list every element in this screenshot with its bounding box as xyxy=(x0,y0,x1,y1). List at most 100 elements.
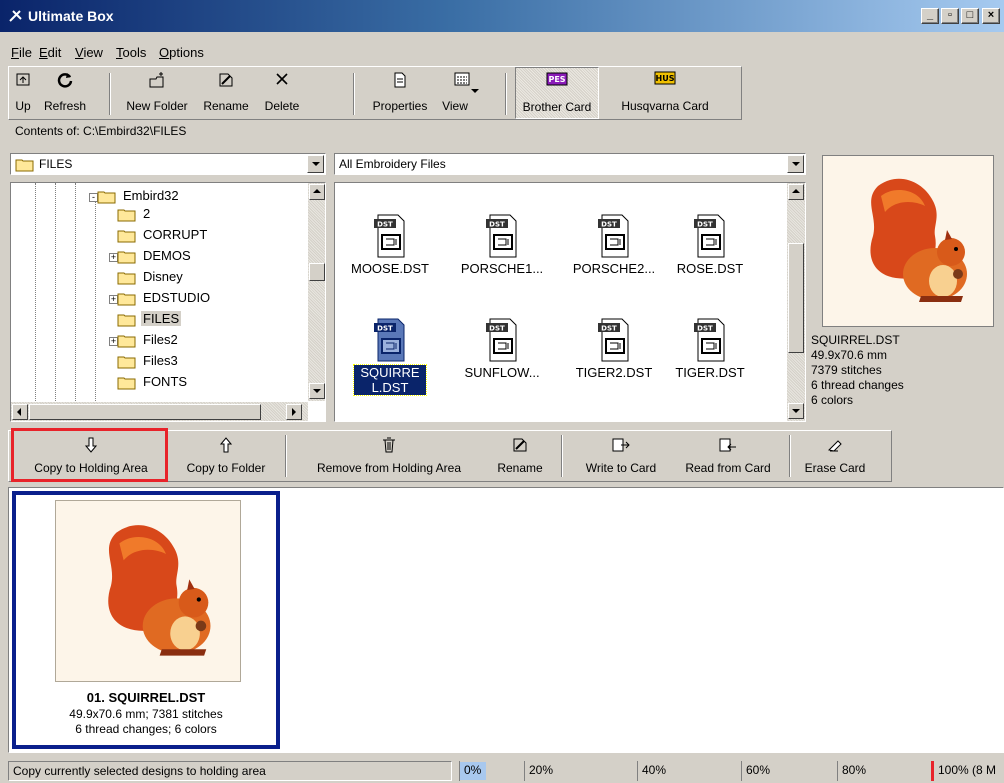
folder-icon xyxy=(117,314,136,327)
svg-text:DST: DST xyxy=(377,221,393,229)
svg-text:HUS: HUS xyxy=(656,74,675,83)
folder-icon xyxy=(117,356,136,369)
folder-icon xyxy=(117,377,136,390)
filelist-scroll-down[interactable] xyxy=(788,403,804,419)
holding-item-preview xyxy=(55,500,241,682)
file-item-sunflower[interactable]: DST SUNFLOW... xyxy=(447,317,557,397)
open-folder-icon xyxy=(97,191,116,204)
dst-file-icon: DST xyxy=(486,214,517,258)
restore-button[interactable]: ▫ xyxy=(941,8,959,24)
filelist-scroll-thumb[interactable] xyxy=(788,243,804,353)
tree-scroll-down[interactable] xyxy=(309,383,325,399)
squirrel-thumbnail-image xyxy=(108,525,211,656)
window-title: Ultimate Box xyxy=(28,8,114,24)
progress-60: 60% xyxy=(741,761,837,781)
tree-hscroll-thumb[interactable] xyxy=(29,404,261,420)
preview-colors: 6 colors xyxy=(811,393,854,407)
folder-icon xyxy=(117,335,136,348)
up-button[interactable]: Up xyxy=(11,67,35,119)
rename-icon xyxy=(513,438,527,452)
menu-file[interactable]: File xyxy=(11,45,32,60)
folder-icon xyxy=(117,230,136,243)
dst-file-icon: DST xyxy=(694,214,725,258)
refresh-icon xyxy=(57,73,73,88)
file-item-tiger2[interactable]: DST TIGER2.DST xyxy=(559,317,669,397)
rename-button[interactable]: Rename xyxy=(197,67,255,119)
tree-scroll-right[interactable] xyxy=(286,404,302,420)
minimize-button[interactable]: _ xyxy=(921,8,939,24)
filelist-scroll-up[interactable] xyxy=(788,184,804,200)
folder-tree[interactable]: - Embird32 2 CORRUPT + DEMOS Disney + ED… xyxy=(10,182,326,422)
title-bar: Ultimate Box _ ▫ □ × xyxy=(0,0,1004,32)
file-item-moose[interactable]: DST MOOSE.DST xyxy=(335,213,445,293)
properties-icon xyxy=(394,72,406,88)
folder-icon xyxy=(15,159,34,172)
refresh-button[interactable]: Refresh xyxy=(39,67,91,119)
folder-icon xyxy=(117,272,136,285)
holding-rename-button[interactable]: Rename xyxy=(485,431,555,481)
arrow-up-icon xyxy=(220,437,232,453)
file-item-porsche1[interactable]: DST PORSCHE1... xyxy=(447,213,557,293)
svg-text:DST: DST xyxy=(601,325,617,333)
new-folder-button[interactable]: New Folder xyxy=(119,67,195,119)
folder-combo[interactable]: FILES xyxy=(10,153,326,175)
dst-file-icon: DST xyxy=(598,318,629,362)
menu-tools[interactable]: Tools xyxy=(116,45,146,60)
filter-combo-dropdown[interactable] xyxy=(787,155,804,173)
file-item-rose[interactable]: DST ROSE.DST xyxy=(655,213,765,293)
brother-card-button[interactable]: PES Brother Card xyxy=(515,67,599,119)
tree-vscroll-track[interactable] xyxy=(308,183,325,401)
delete-icon xyxy=(276,73,288,85)
copy-to-holding-highlight xyxy=(11,428,168,482)
app-icon xyxy=(9,10,22,22)
main-toolbar: Up Refresh New Folder Rename Delete Prop… xyxy=(8,66,742,120)
tree-scroll-left[interactable] xyxy=(12,404,28,420)
status-text: Copy currently selected designs to holdi… xyxy=(8,761,452,781)
write-to-card-button[interactable]: Write to Card xyxy=(569,431,673,481)
maximize-button[interactable]: □ xyxy=(961,8,979,24)
husqvarna-card-button[interactable]: HUS Husqvarna Card xyxy=(601,67,729,119)
file-list[interactable]: DST MOOSE.DST DST PORSCHE1... DST PORSCH… xyxy=(334,182,806,422)
write-card-icon xyxy=(612,438,630,452)
read-card-icon xyxy=(719,438,736,452)
svg-text:DST: DST xyxy=(489,221,505,229)
folder-combo-dropdown[interactable] xyxy=(307,155,324,173)
preview-thread-changes: 6 thread changes xyxy=(811,378,904,392)
dst-file-icon: DST xyxy=(374,318,405,362)
preview-stitches: 7379 stitches xyxy=(811,363,882,377)
erase-card-button[interactable]: Erase Card xyxy=(797,431,873,481)
view-dropdown-icon[interactable] xyxy=(471,89,479,95)
svg-text:DST: DST xyxy=(601,221,617,229)
preview-size: 49.9x70.6 mm xyxy=(811,348,888,362)
tree-scroll-thumb[interactable] xyxy=(309,263,325,281)
contents-path-label: Contents of: C:\Embird32\FILES xyxy=(15,124,187,138)
holding-item-size: 49.9x70.6 mm; 7381 stitches xyxy=(69,707,223,721)
holding-item-title: 01. SQUIRREL.DST xyxy=(86,690,206,705)
rename-icon xyxy=(219,73,233,87)
menu-bar: File Edit View Tools Options xyxy=(0,42,1004,64)
svg-text:DST: DST xyxy=(489,325,505,333)
hus-card-icon: HUS xyxy=(654,71,676,85)
close-button[interactable]: × xyxy=(982,8,1000,24)
progress-100: 100% (8 M xyxy=(931,761,1004,781)
delete-button[interactable]: Delete xyxy=(259,67,305,119)
remove-from-holding-area-button[interactable]: Remove from Holding Area xyxy=(293,431,485,481)
menu-view[interactable]: View xyxy=(75,45,103,60)
svg-text:DST: DST xyxy=(697,325,713,333)
folder-icon xyxy=(117,209,136,222)
menu-edit[interactable]: Edit xyxy=(39,45,61,60)
tree-scroll-up[interactable] xyxy=(309,184,325,200)
eraser-icon xyxy=(827,440,842,452)
view-button[interactable]: View xyxy=(437,67,487,119)
folder-icon xyxy=(117,251,136,264)
read-from-card-button[interactable]: Read from Card xyxy=(673,431,783,481)
menu-options[interactable]: Options xyxy=(159,45,204,60)
file-item-porsche2[interactable]: DST PORSCHE2... xyxy=(559,213,669,293)
copy-to-folder-button[interactable]: Copy to Folder xyxy=(171,431,281,481)
new-folder-icon xyxy=(149,72,164,88)
pes-card-icon: PES xyxy=(546,72,568,86)
dst-file-icon: DST xyxy=(374,214,405,258)
file-item-squirrel[interactable]: DST SQUIRREL.DST xyxy=(335,317,445,397)
file-item-tiger[interactable]: DST TIGER.DST xyxy=(655,317,765,397)
file-filter-combo[interactable]: All Embroidery Files xyxy=(334,153,806,175)
